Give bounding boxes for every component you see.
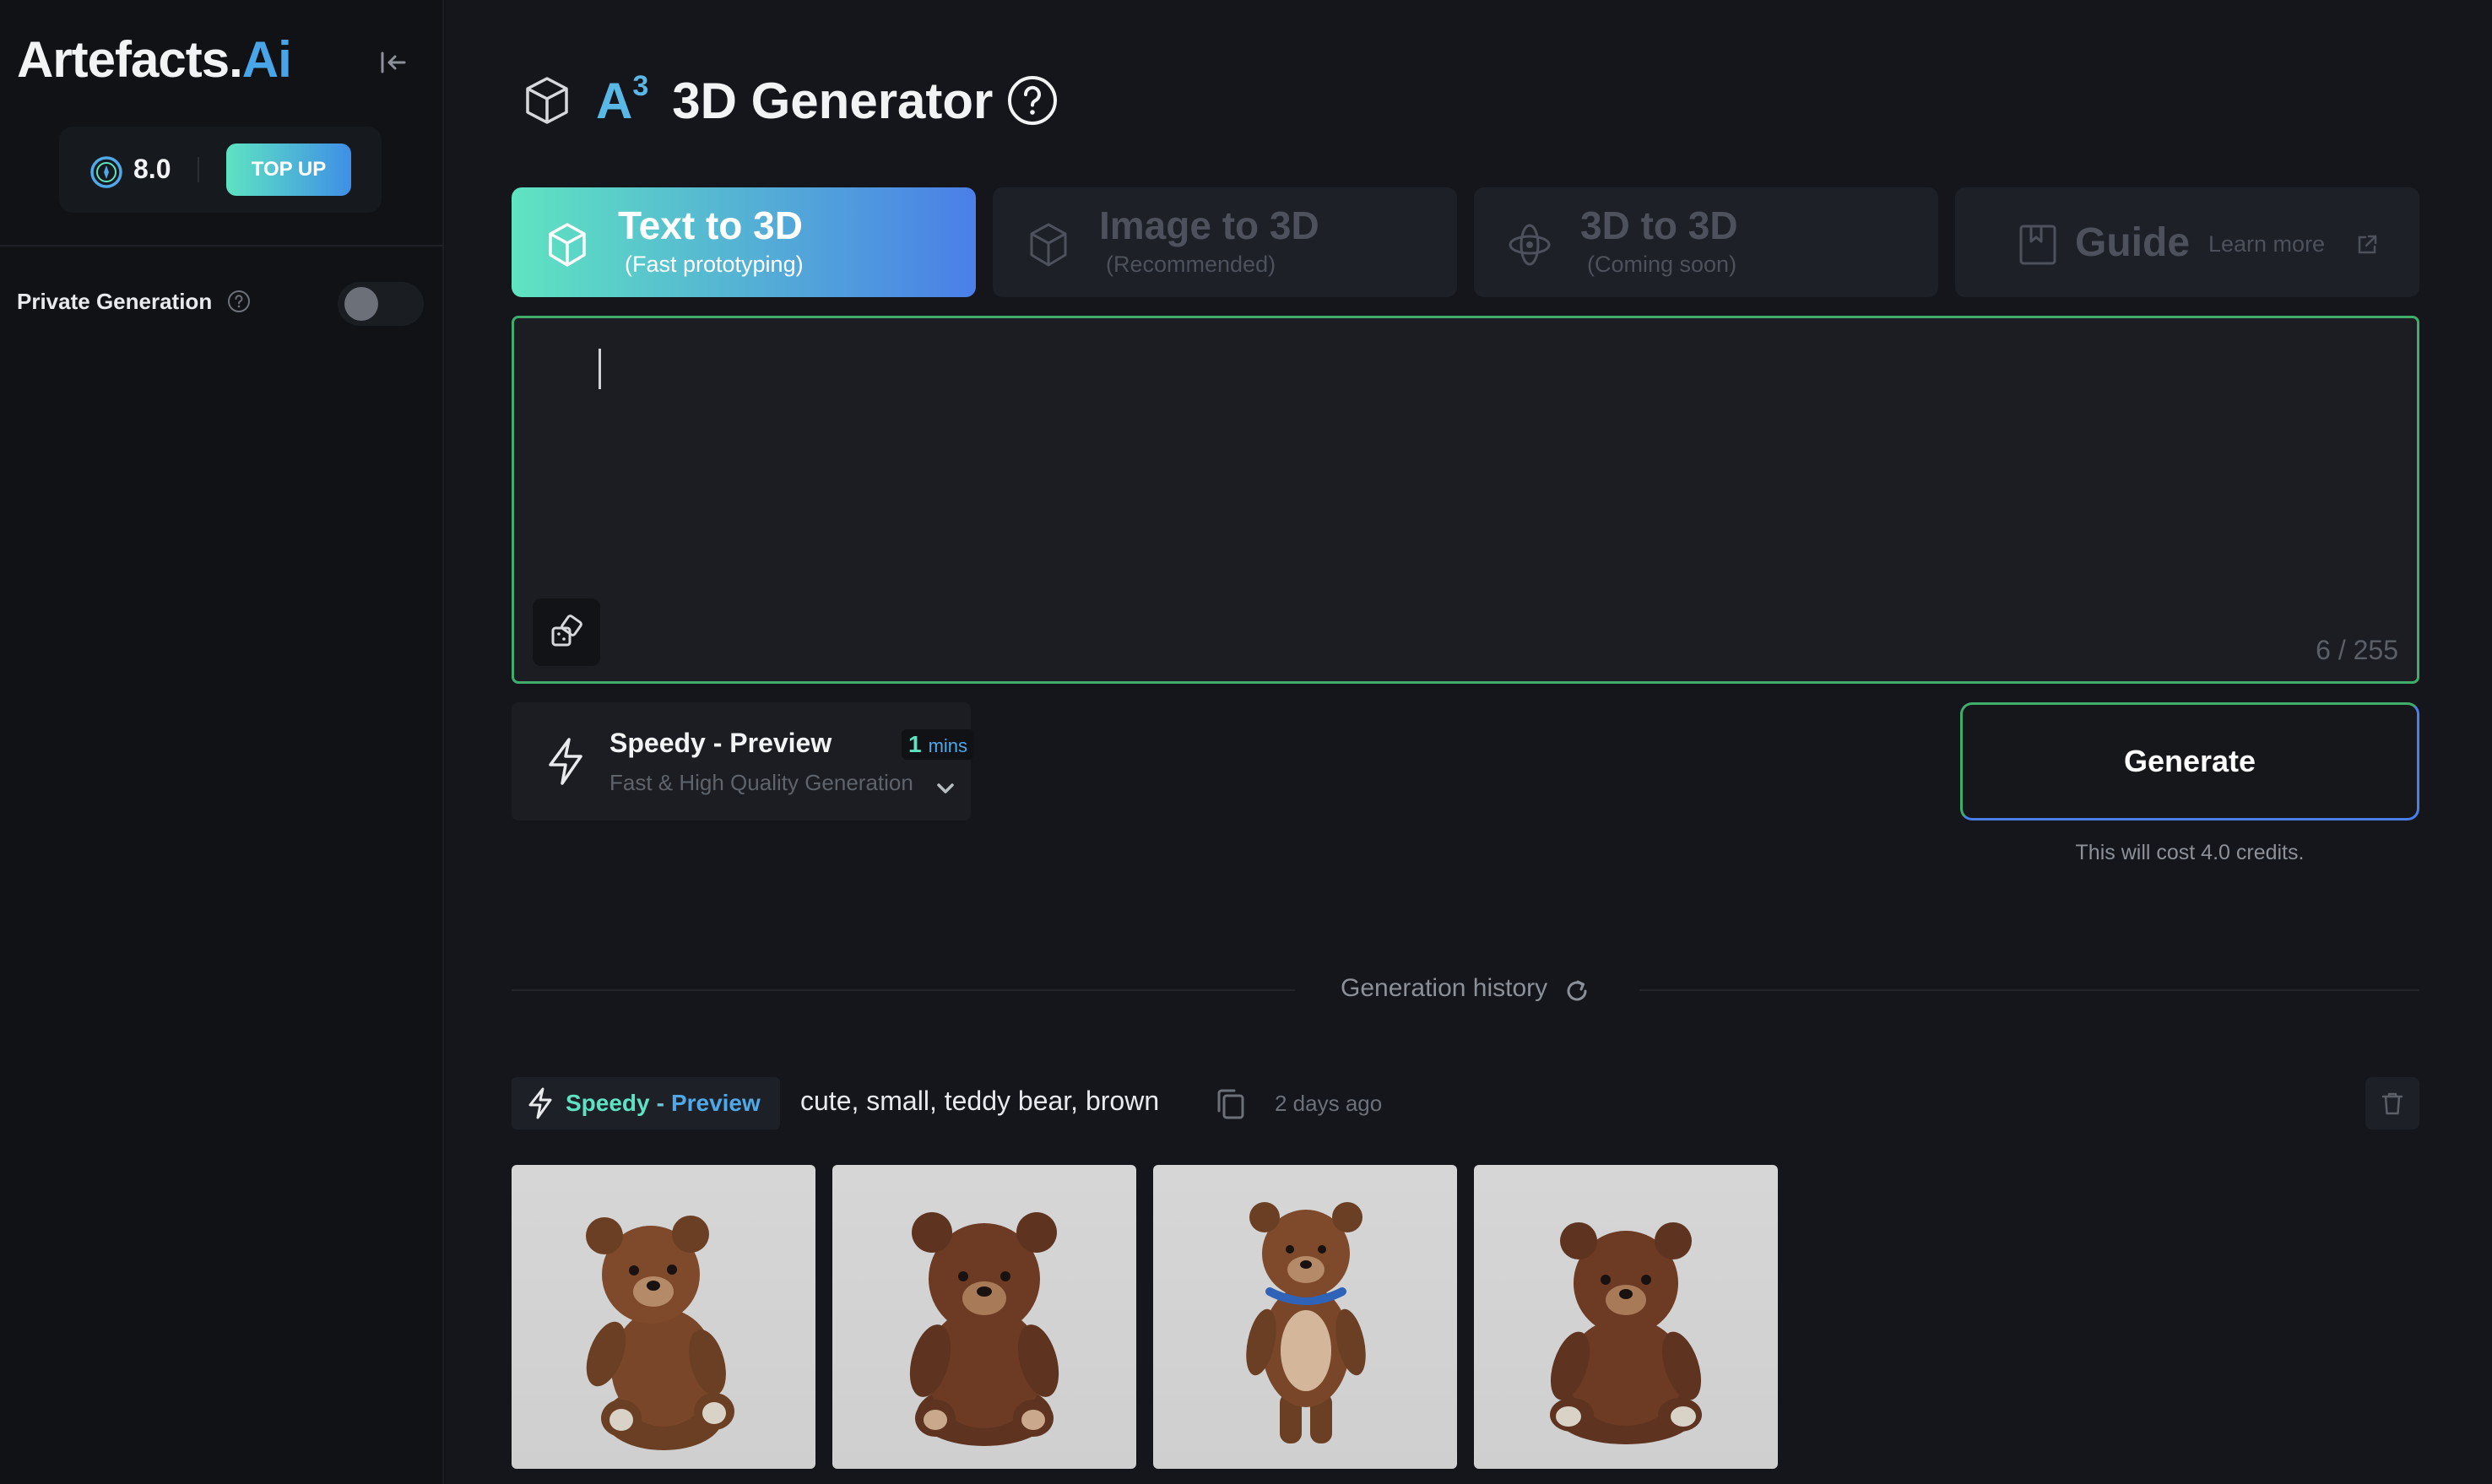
generation-history-title: Generation history <box>1341 974 1548 1002</box>
brand-mark-letter: A <box>596 72 633 129</box>
credit-divider <box>198 157 199 182</box>
cube-icon <box>1030 223 1067 267</box>
dice-icon <box>551 615 582 647</box>
tab-title: Guide <box>2075 220 2191 265</box>
tab-3d-to-3d[interactable]: 3D to 3D (Coming soon) <box>1474 187 1938 297</box>
cube-icon <box>549 223 586 267</box>
a3-brand-mark: A3 <box>596 69 649 130</box>
cost-note: This will cost 4.0 credits. <box>2075 841 2305 864</box>
credit-balance: 8.0 <box>133 154 171 184</box>
history-timestamp: 2 days ago <box>1275 1091 1383 1116</box>
sidebar-divider <box>0 245 444 246</box>
tab-subtitle: (Coming soon) <box>1587 252 1737 277</box>
history-thumbnails <box>512 1165 1778 1469</box>
book-icon <box>2019 225 2056 265</box>
toggle-knob <box>344 287 378 321</box>
tab-guide[interactable]: Guide Learn more <box>1955 187 2419 297</box>
top-up-button[interactable]: TOP UP <box>226 144 351 196</box>
tab-title: 3D to 3D <box>1580 203 1738 247</box>
teddy-bear-thumbnail <box>1550 1222 1702 1444</box>
prompt-input[interactable] <box>582 344 2354 597</box>
lightning-bolt-icon <box>528 1087 552 1119</box>
page-header: A3 3D Generator <box>520 62 1059 138</box>
logo-accent-text: Ai <box>241 31 292 88</box>
history-prompt-text: cute, small, teddy bear, brown <box>800 1086 1160 1116</box>
chevron-down-icon <box>937 783 954 793</box>
tab-title: Image to 3D <box>1099 203 1319 247</box>
model-badge: Speedy - Preview <box>512 1077 780 1129</box>
main-content: A3 3D Generator Text to 3D (Fast prototy… <box>446 0 2492 1484</box>
teddy-bear-thumbnail <box>586 1216 734 1450</box>
mode-tabs: Text to 3D (Fast prototyping) Image to 3… <box>512 187 2419 297</box>
credits-card: 8.0 TOP UP <box>59 127 382 213</box>
collapse-sidebar-button[interactable] <box>377 47 410 78</box>
model-thumbnail[interactable] <box>512 1165 815 1469</box>
brand-mark-superscript: 3 <box>632 69 649 102</box>
model-time-badge: 1 mins <box>902 729 975 760</box>
page-title: 3D Generator <box>672 72 994 129</box>
teddy-bear-thumbnail <box>1246 1202 1366 1443</box>
model-time-unit: mins <box>928 735 968 756</box>
copy-icon[interactable] <box>1212 1086 1249 1123</box>
trash-icon <box>2381 1092 2403 1115</box>
model-name: Speedy - Preview <box>609 728 832 758</box>
app-logo[interactable]: Artefacts.Ai <box>17 30 292 89</box>
learn-more-link[interactable]: Learn more <box>2208 231 2325 257</box>
model-thumbnail[interactable] <box>1153 1165 1457 1469</box>
collapse-left-icon <box>381 51 406 73</box>
logo-main-text: Artefacts. <box>17 31 243 88</box>
character-count: 6 / 255 <box>2316 635 2398 665</box>
help-circle-icon[interactable] <box>1006 74 1059 127</box>
refresh-icon[interactable] <box>1563 978 1590 1005</box>
random-prompt-button[interactable] <box>533 598 600 666</box>
teddy-bear-thumbnail <box>909 1212 1059 1446</box>
lightning-bolt-icon <box>549 738 582 785</box>
help-icon[interactable] <box>226 289 252 314</box>
credit-coin-icon <box>90 156 122 188</box>
private-generation-label: Private Generation <box>17 289 213 314</box>
sidebar: Artefacts.Ai 8.0 TOP UP Private Generati… <box>0 0 444 1484</box>
divider-line <box>1639 989 2419 991</box>
prompt-box: 6 / 255 <box>512 316 2419 684</box>
tab-image-to-3d[interactable]: Image to 3D (Recommended) <box>993 187 1457 297</box>
tab-title: Text to 3D <box>618 203 803 247</box>
orbit-icon <box>1509 224 1551 266</box>
model-selector[interactable]: Speedy - Preview 1 mins Fast & High Qual… <box>512 702 975 821</box>
model-description: Fast & High Quality Generation <box>609 770 913 795</box>
tab-text-to-3d[interactable]: Text to 3D (Fast prototyping) <box>512 187 976 297</box>
model-thumbnail[interactable] <box>1474 1165 1778 1469</box>
tab-subtitle: (Recommended) <box>1106 252 1276 277</box>
generate-button[interactable]: Generate <box>1960 702 2419 821</box>
delete-history-button[interactable] <box>2365 1077 2419 1129</box>
external-link-icon <box>2358 235 2377 254</box>
badge-model-variant: Preview <box>670 1090 761 1116</box>
model-time-value: 1 <box>908 731 922 757</box>
model-thumbnail[interactable] <box>832 1165 1136 1469</box>
cube-icon <box>526 77 568 124</box>
private-generation-toggle[interactable] <box>338 282 424 326</box>
divider-line <box>512 989 1295 991</box>
badge-separator: - <box>656 1090 664 1116</box>
history-item: Speedy - Preview cute, small, teddy bear… <box>512 1077 2419 1129</box>
text-caret <box>599 349 601 389</box>
badge-model-name: Speedy <box>566 1090 650 1116</box>
tab-subtitle: (Fast prototyping) <box>625 252 804 277</box>
